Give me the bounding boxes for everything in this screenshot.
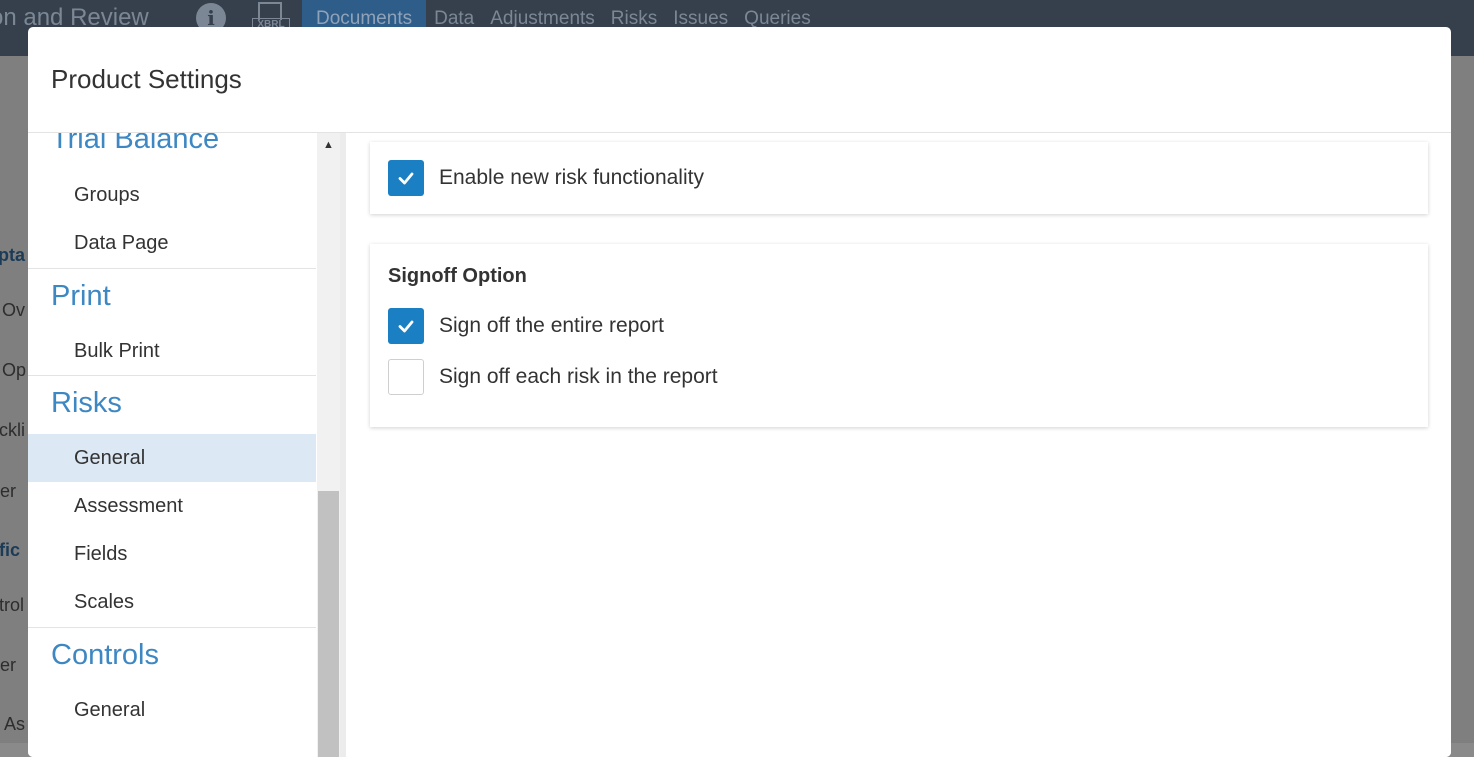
background-fragment: As	[4, 714, 26, 734]
signoff-entire-report-label: Sign off the entire report	[439, 314, 664, 337]
sidebar-item-assessment[interactable]: Assessment	[28, 482, 316, 530]
sidebar-item-controls-general[interactable]: General	[28, 686, 316, 734]
enable-risk-option[interactable]: Enable new risk functionality	[388, 160, 704, 196]
signoff-entire-report-option[interactable]: Sign off the entire report	[388, 308, 664, 344]
checkmark-icon	[398, 172, 414, 185]
modal-title: Product Settings	[51, 64, 242, 94]
sidebar-item-fields[interactable]: Fields	[28, 530, 316, 578]
background-fragment: ckli	[0, 420, 25, 440]
background-fragment: Ov	[2, 300, 26, 320]
modal-header: Product Settings	[28, 27, 1451, 133]
signoff-each-risk-label: Sign off each risk in the report	[439, 365, 718, 388]
sidebar-scrollbar[interactable]: ▲	[317, 133, 340, 757]
signoff-each-risk-checkbox[interactable]	[388, 359, 424, 395]
sidebar-item-risks-general[interactable]: General	[28, 434, 316, 482]
sidebar-section-controls: Controls	[51, 639, 159, 671]
sidebar-item-groups[interactable]: Groups	[28, 171, 316, 219]
background-fragment: er	[0, 655, 17, 675]
background-fragment: trol	[0, 595, 25, 615]
background-fragment: pta	[0, 245, 25, 265]
background-fragment: er	[0, 481, 17, 501]
background-fragment: Op	[2, 360, 27, 380]
signoff-entire-report-checkbox[interactable]	[388, 308, 424, 344]
background-fragment: fic	[0, 540, 21, 560]
sidebar-item-scales[interactable]: Scales	[28, 578, 316, 626]
scroll-up-arrow-icon[interactable]: ▲	[317, 133, 340, 157]
signoff-each-risk-option[interactable]: Sign off each risk in the report	[388, 359, 718, 395]
background-left-panel: pta Ov Op ckli er fic trol er As	[0, 56, 30, 743]
enable-risk-label: Enable new risk functionality	[439, 166, 704, 189]
checkmark-icon	[398, 320, 414, 333]
sidebar-item-bulk-print[interactable]: Bulk Print	[28, 327, 316, 375]
signoff-option-title: Signoff Option	[388, 265, 527, 287]
sidebar-section-risks: Risks	[51, 387, 122, 419]
sidebar-section-print: Print	[51, 280, 111, 312]
sidebar-divider	[28, 375, 316, 376]
settings-content: Enable new risk functionality Signoff Op…	[346, 133, 1451, 757]
enable-risk-card: Enable new risk functionality	[370, 142, 1428, 214]
sidebar-section-trial-balance: Trial Balance	[51, 133, 220, 155]
signoff-option-card: Signoff Option Sign off the entire repor…	[370, 244, 1428, 427]
settings-sidebar: Trial Balance Groups Data Page Print Bul…	[28, 133, 316, 757]
xbrl-icon: XBRL	[252, 2, 290, 32]
scrollbar-thumb[interactable]	[318, 491, 339, 757]
enable-risk-checkbox[interactable]	[388, 160, 424, 196]
sidebar-item-data-page[interactable]: Data Page	[28, 219, 316, 267]
sidebar-divider	[28, 268, 316, 269]
modal-body: Trial Balance Groups Data Page Print Bul…	[28, 133, 1451, 757]
sidebar-divider	[28, 627, 316, 628]
product-settings-modal: Product Settings Trial Balance Groups Da…	[28, 27, 1451, 757]
